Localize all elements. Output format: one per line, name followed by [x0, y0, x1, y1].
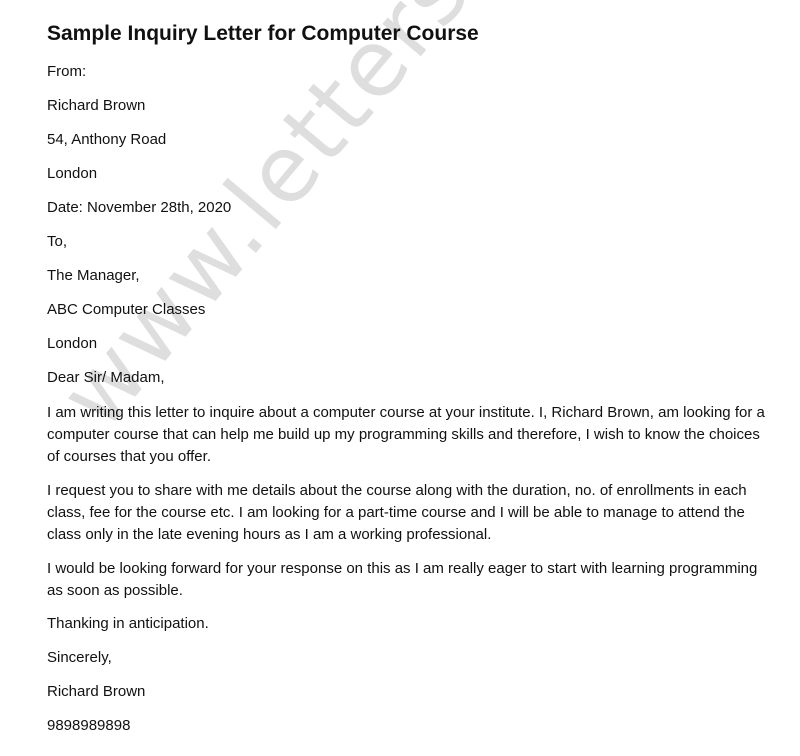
recipient-city: London: [47, 335, 98, 352]
letter-body: Sample Inquiry Letter for Computer Cours…: [47, 20, 767, 750]
body-paragraph-3: I would be looking forward for your resp…: [47, 560, 758, 599]
sender-city: London: [47, 165, 98, 182]
recipient-organization: ABC Computer Classes: [47, 301, 206, 318]
closing-thanks: Thanking in anticipation.: [47, 615, 209, 632]
closing-sign-off: Sincerely,: [47, 649, 112, 666]
signature-name: Richard Brown: [47, 683, 146, 700]
recipient-title: The Manager,: [47, 267, 140, 284]
to-label: To,: [47, 233, 68, 250]
page-title: Sample Inquiry Letter for Computer Cours…: [47, 22, 479, 45]
letter-page: www.lettersfree.com Sample Inquiry Lette…: [0, 0, 800, 756]
sender-address: 54, Anthony Road: [47, 131, 167, 148]
letter-date: Date: November 28th, 2020: [47, 199, 232, 216]
body-paragraph-1: I am writing this letter to inquire abou…: [47, 404, 765, 465]
signature-phone: 9898989898: [47, 717, 131, 734]
salutation: Dear Sir/ Madam,: [47, 369, 165, 386]
from-label: From:: [47, 63, 87, 80]
sender-name: Richard Brown: [47, 97, 146, 114]
body-paragraph-2: I request you to share with me details a…: [47, 482, 747, 543]
